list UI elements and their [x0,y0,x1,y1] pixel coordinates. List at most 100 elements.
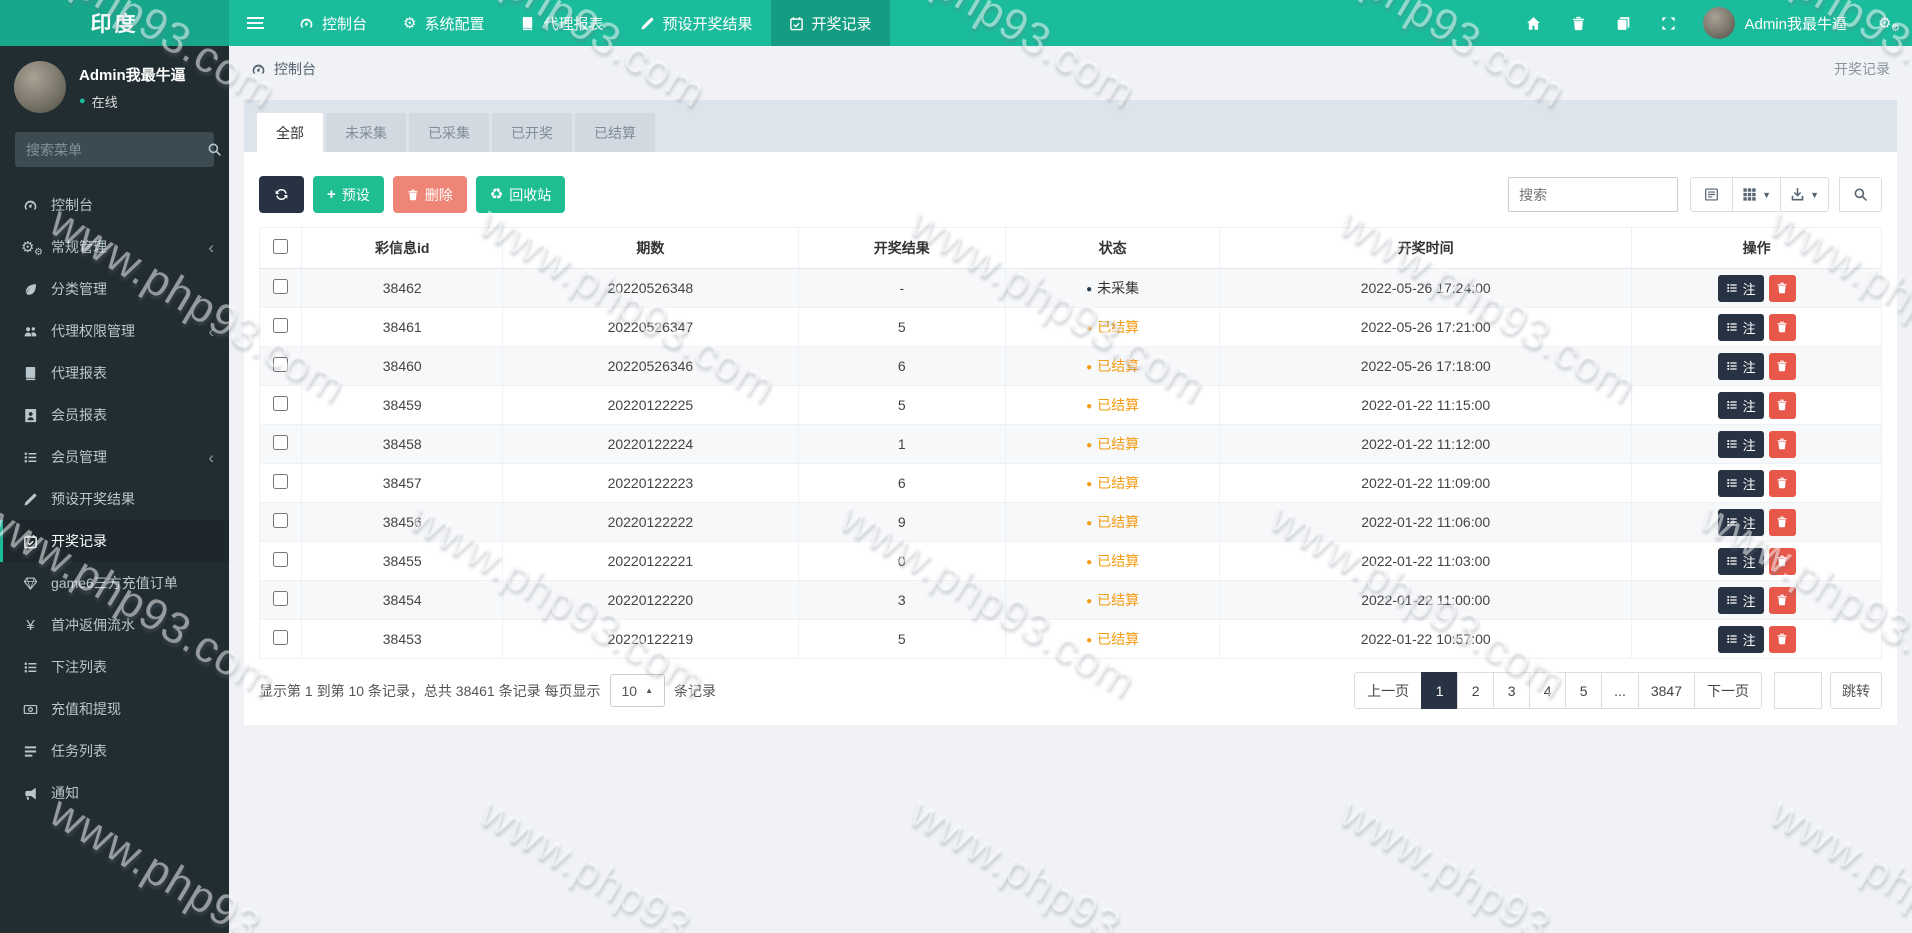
settings-button[interactable]: ⚙ ⚙ [1863,0,1912,46]
page-button-5[interactable]: 5 [1565,672,1603,709]
columns-button[interactable]: ▼ [1732,177,1782,212]
note-button[interactable]: 注 [1717,274,1764,302]
row-delete-button[interactable] [1768,391,1796,419]
nav-item-dashboard[interactable]: 控制台 [281,0,385,46]
note-button[interactable]: 注 [1717,352,1764,380]
column-header-issue[interactable]: 期数 [502,227,799,269]
sidebar-item-agent-report[interactable]: 代理报表 [0,352,229,394]
user-name[interactable]: Admin我最牛逼 [1744,13,1847,34]
search-button[interactable] [1839,177,1882,212]
sidebar-item-general-mgmt[interactable]: ⚙ ⚙ 常规管理 ‹ [0,226,229,268]
note-button[interactable]: 注 [1717,469,1764,497]
status-badge: ● 已结算 [1086,553,1140,569]
recycle-bin-button[interactable]: ♻ 回收站 [475,176,566,213]
tab-not-collected[interactable]: 未采集 [326,113,406,152]
row-delete-button[interactable] [1768,547,1796,575]
sidebar-item-first-charge-rebate[interactable]: ¥ 首冲返佣流水 [0,604,229,646]
tab-all[interactable]: 全部 [257,113,323,152]
sidebar-item-dashboard[interactable]: 控制台 [0,184,229,226]
refresh-button[interactable] [259,176,304,213]
sidebar-item-deposit-withdraw[interactable]: 充值和提现 [0,688,229,730]
note-button[interactable]: 注 [1717,547,1764,575]
delete-button[interactable]: 删除 [392,176,467,213]
sidebar-item-category-mgmt[interactable]: 分类管理 [0,268,229,310]
row-checkbox[interactable] [273,279,289,294]
row-checkbox[interactable] [273,357,289,372]
row-checkbox[interactable] [273,552,289,567]
note-button[interactable]: 注 [1717,625,1764,653]
column-header-result[interactable]: 开奖结果 [797,227,1007,269]
note-button[interactable]: 注 [1717,508,1764,536]
cell-issue: 20220526346 [502,346,799,386]
sidebar-search-input[interactable] [26,141,207,158]
sidebar-item-member-report[interactable]: 会员报表 [0,394,229,436]
row-checkbox[interactable] [273,396,289,411]
copy-button[interactable] [1601,0,1646,46]
fullscreen-button[interactable] [1646,0,1691,46]
next-page-button[interactable]: 下一页 [1694,672,1762,709]
column-header-id[interactable]: 彩信息id [301,227,504,269]
sidebar-item-task-list[interactable]: 任务列表 [0,730,229,772]
row-delete-button[interactable] [1768,430,1796,458]
nav-item-preset-results[interactable]: 预设开奖结果 [622,0,771,46]
row-delete-button[interactable] [1768,352,1796,380]
sidebar-item-member-mgmt[interactable]: 会员管理 ‹ [0,436,229,478]
tab-settled[interactable]: 已结算 [575,113,655,152]
sidebar-item-agent-permission[interactable]: 代理权限管理 ‹ [0,310,229,352]
tab-drawn[interactable]: 已开奖 [492,113,572,152]
detail-view-button[interactable] [1690,177,1734,212]
page-button-4[interactable]: 4 [1529,672,1567,709]
row-delete-button[interactable] [1768,508,1796,536]
nav-item-agent-report[interactable]: 代理报表 [502,0,621,46]
sidebar-item-game6-orders[interactable]: game6三方充值订单 [0,562,229,604]
row-checkbox[interactable] [273,435,289,450]
row-checkbox[interactable] [273,318,289,333]
preset-button[interactable]: + 预设 [313,176,384,213]
note-button[interactable]: 注 [1717,430,1764,458]
select-all-checkbox[interactable] [273,239,289,254]
sidebar-toggle-button[interactable] [229,0,281,46]
row-delete-button[interactable] [1768,469,1796,497]
status-dot-icon: ● [1086,323,1093,334]
note-button[interactable]: 注 [1717,313,1764,341]
export-button[interactable]: ▼ [1780,177,1829,212]
row-delete-button[interactable] [1768,313,1796,341]
avatar[interactable] [14,61,66,113]
nav-item-draw-records[interactable]: 开奖记录 [770,0,890,46]
page-button-2[interactable]: 2 [1457,672,1495,709]
row-delete-button[interactable] [1768,625,1796,653]
page-button-3[interactable]: 3 [1493,672,1531,709]
sidebar-item-bet-list[interactable]: 下注列表 [0,646,229,688]
sidebar-item-preset-results[interactable]: 预设开奖结果 [0,478,229,520]
prev-page-button[interactable]: 上一页 [1354,672,1423,709]
sidebar-item-draw-records[interactable]: 开奖记录 [0,520,229,562]
page-button-group: 上一页 1 2 3 4 5 ... 3847 下一页 [1354,672,1762,709]
column-header-status[interactable]: 状态 [1005,227,1221,269]
jump-button[interactable]: 跳转 [1830,672,1882,709]
home-button[interactable] [1511,0,1556,46]
page-button-1[interactable]: 1 [1421,672,1459,709]
cell-issue: 20220122220 [502,580,799,620]
row-delete-button[interactable] [1768,586,1796,614]
jump-page-input[interactable] [1774,672,1822,709]
trash-button[interactable] [1556,0,1601,46]
table-search-input[interactable] [1508,177,1679,212]
row-checkbox[interactable] [273,591,289,606]
column-header-time[interactable]: 开奖时间 [1219,227,1633,269]
row-checkbox[interactable] [273,474,289,489]
breadcrumb-label[interactable]: 控制台 [274,59,316,79]
tab-collected[interactable]: 已采集 [409,113,489,152]
row-checkbox[interactable] [273,630,289,645]
brand-logo[interactable]: 印度 [0,0,229,46]
row-checkbox[interactable] [273,513,289,528]
row-delete-button[interactable] [1768,274,1796,302]
note-button[interactable]: 注 [1717,391,1764,419]
user-avatar[interactable] [1703,7,1736,39]
page-button-3847[interactable]: 3847 [1637,672,1695,709]
per-page-select[interactable]: 10 ▲ [609,674,666,707]
nav-item-system-config[interactable]: ⚙ 系统配置 [385,0,502,46]
note-button[interactable]: 注 [1717,586,1764,614]
sidebar-item-notifications[interactable]: 通知 [0,772,229,814]
export-icon [1790,187,1805,202]
table-row: 38456 20220122222 9 ● 已结算 2022-01-22 11:0… [258,502,1882,542]
